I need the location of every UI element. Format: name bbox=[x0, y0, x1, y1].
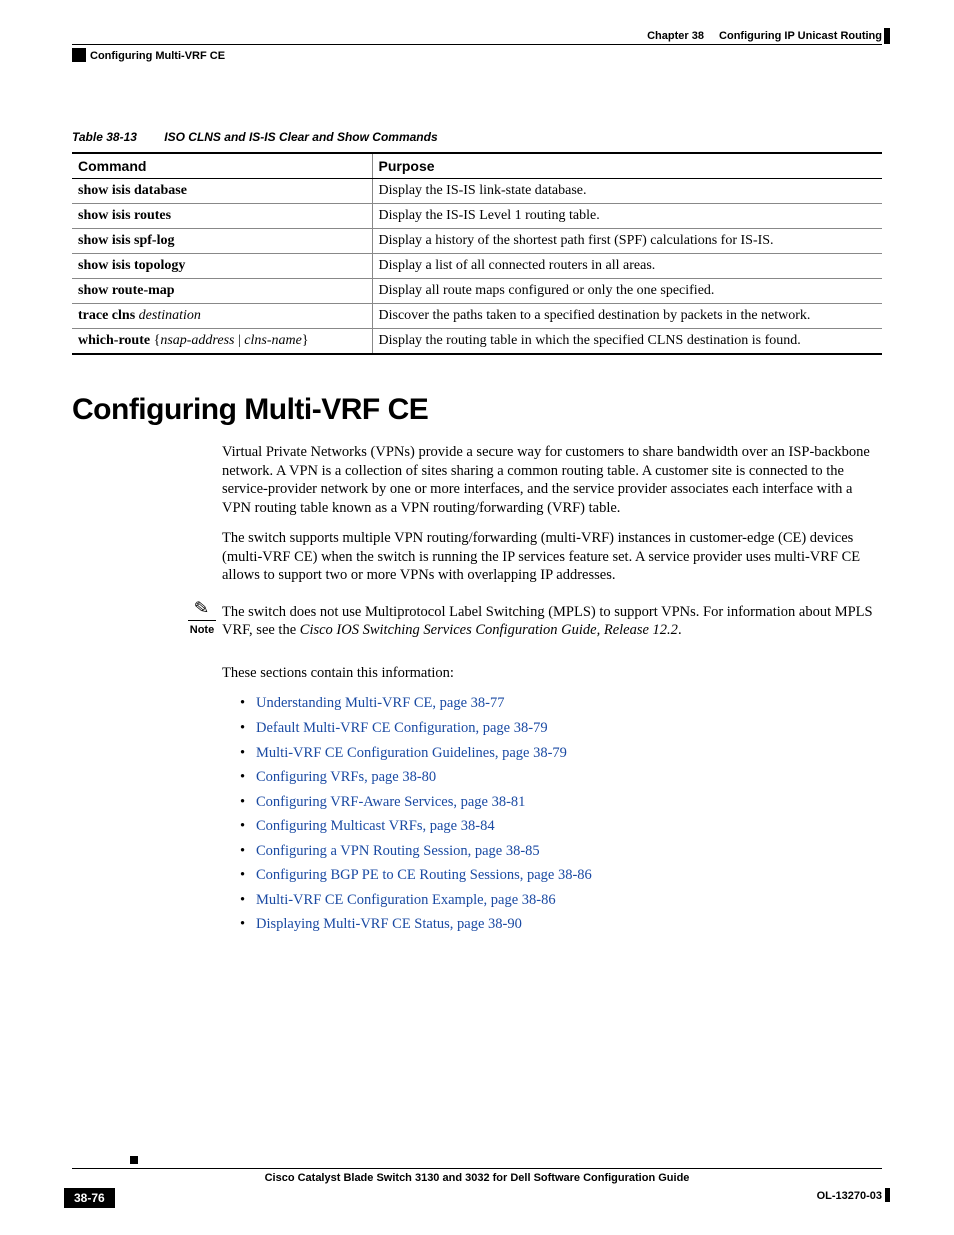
section-header-label: Configuring Multi-VRF CE bbox=[90, 50, 225, 62]
table-row: show isis topologyDisplay a list of all … bbox=[72, 254, 882, 279]
purpose-cell: Display all route maps configured or onl… bbox=[372, 279, 882, 304]
purpose-cell: Display the routing table in which the s… bbox=[372, 329, 882, 355]
cross-ref-link[interactable]: Default Multi-VRF CE Configuration, page… bbox=[256, 720, 548, 736]
cross-ref-link[interactable]: Configuring a VPN Routing Session, page … bbox=[256, 843, 540, 859]
paragraph-1: Virtual Private Networks (VPNs) provide … bbox=[222, 443, 882, 517]
book-title: Cisco Catalyst Blade Switch 3130 and 303… bbox=[72, 1172, 882, 1184]
cross-ref-link[interactable]: Multi-VRF CE Configuration Example, page… bbox=[256, 892, 556, 908]
cross-ref-link[interactable]: Configuring VRF-Aware Services, page 38-… bbox=[256, 794, 525, 810]
note-text: The switch does not use Multiprotocol La… bbox=[222, 603, 882, 640]
table-number: Table 38-13 bbox=[72, 130, 137, 144]
note-label: Note bbox=[188, 623, 216, 637]
purpose-cell: Display a history of the shortest path f… bbox=[372, 229, 882, 254]
command-cell: show isis topology bbox=[72, 254, 372, 279]
table-row: trace clns destinationDiscover the paths… bbox=[72, 304, 882, 329]
cross-ref-link[interactable]: Understanding Multi-VRF CE, page 38-77 bbox=[256, 695, 505, 711]
intro-links: These sections contain this information:… bbox=[222, 664, 882, 934]
table-title: ISO CLNS and IS-IS Clear and Show Comman… bbox=[164, 130, 437, 144]
command-table: Command Purpose show isis databaseDispla… bbox=[72, 152, 882, 355]
table-head-command: Command bbox=[72, 153, 372, 179]
page-footer: Cisco Catalyst Blade Switch 3130 and 303… bbox=[72, 1168, 882, 1206]
command-cell: trace clns destination bbox=[72, 304, 372, 329]
list-item: Configuring VRFs, page 38-80 bbox=[240, 768, 882, 787]
list-item: Configuring Multicast VRFs, page 38-84 bbox=[240, 817, 882, 836]
cross-ref-link[interactable]: Configuring Multicast VRFs, page 38-84 bbox=[256, 818, 495, 834]
purpose-cell: Display the IS-IS link-state database. bbox=[372, 179, 882, 204]
list-item: Multi-VRF CE Configuration Example, page… bbox=[240, 891, 882, 910]
paragraph-2: The switch supports multiple VPN routing… bbox=[222, 529, 882, 585]
purpose-cell: Discover the paths taken to a specified … bbox=[372, 304, 882, 329]
purpose-cell: Display a list of all connected routers … bbox=[372, 254, 882, 279]
page-header: Chapter 38 Configuring IP Unicast Routin… bbox=[72, 30, 882, 70]
list-item: Understanding Multi-VRF CE, page 38-77 bbox=[240, 694, 882, 713]
chapter-title: Configuring IP Unicast Routing bbox=[719, 30, 882, 42]
cross-ref-link[interactable]: Configuring BGP PE to CE Routing Session… bbox=[256, 867, 592, 883]
command-cell: which-route {nsap-address | clns-name} bbox=[72, 329, 372, 355]
note-block: ✎ Note The switch does not use Multiprot… bbox=[222, 603, 882, 640]
command-cell: show route-map bbox=[72, 279, 372, 304]
page-number: 38-76 bbox=[64, 1188, 115, 1208]
list-item: Default Multi-VRF CE Configuration, page… bbox=[240, 719, 882, 738]
table-row: show route-mapDisplay all route maps con… bbox=[72, 279, 882, 304]
list-item: Multi-VRF CE Configuration Guidelines, p… bbox=[240, 744, 882, 763]
body-text: Virtual Private Networks (VPNs) provide … bbox=[222, 443, 882, 585]
chapter-label: Chapter 38 bbox=[647, 30, 704, 42]
list-item: Configuring BGP PE to CE Routing Session… bbox=[240, 866, 882, 885]
cross-ref-link[interactable]: Configuring VRFs, page 38-80 bbox=[256, 769, 436, 785]
command-cell: show isis database bbox=[72, 179, 372, 204]
doc-id: OL-13270-03 bbox=[817, 1190, 882, 1202]
cross-ref-link[interactable]: Displaying Multi-VRF CE Status, page 38-… bbox=[256, 916, 522, 932]
list-item: Configuring VRF-Aware Services, page 38-… bbox=[240, 793, 882, 812]
table-row: show isis spf-logDisplay a history of th… bbox=[72, 229, 882, 254]
table-caption: Table 38-13 ISO CLNS and IS-IS Clear and… bbox=[72, 130, 882, 144]
list-item: Displaying Multi-VRF CE Status, page 38-… bbox=[240, 915, 882, 934]
cross-ref-link[interactable]: Multi-VRF CE Configuration Guidelines, p… bbox=[256, 745, 567, 761]
list-item: Configuring a VPN Routing Session, page … bbox=[240, 842, 882, 861]
table-row: show isis databaseDisplay the IS-IS link… bbox=[72, 179, 882, 204]
paragraph-3: These sections contain this information: bbox=[222, 664, 882, 683]
link-list: Understanding Multi-VRF CE, page 38-77 De… bbox=[240, 694, 882, 933]
table-row: show isis routesDisplay the IS-IS Level … bbox=[72, 204, 882, 229]
command-cell: show isis spf-log bbox=[72, 229, 372, 254]
table-row: which-route {nsap-address | clns-name}Di… bbox=[72, 329, 882, 355]
purpose-cell: Display the IS-IS Level 1 routing table. bbox=[372, 204, 882, 229]
section-heading: Configuring Multi-VRF CE bbox=[72, 393, 882, 427]
command-cell: show isis routes bbox=[72, 204, 372, 229]
table-head-purpose: Purpose bbox=[372, 153, 882, 179]
pencil-icon: ✎ bbox=[194, 598, 211, 617]
